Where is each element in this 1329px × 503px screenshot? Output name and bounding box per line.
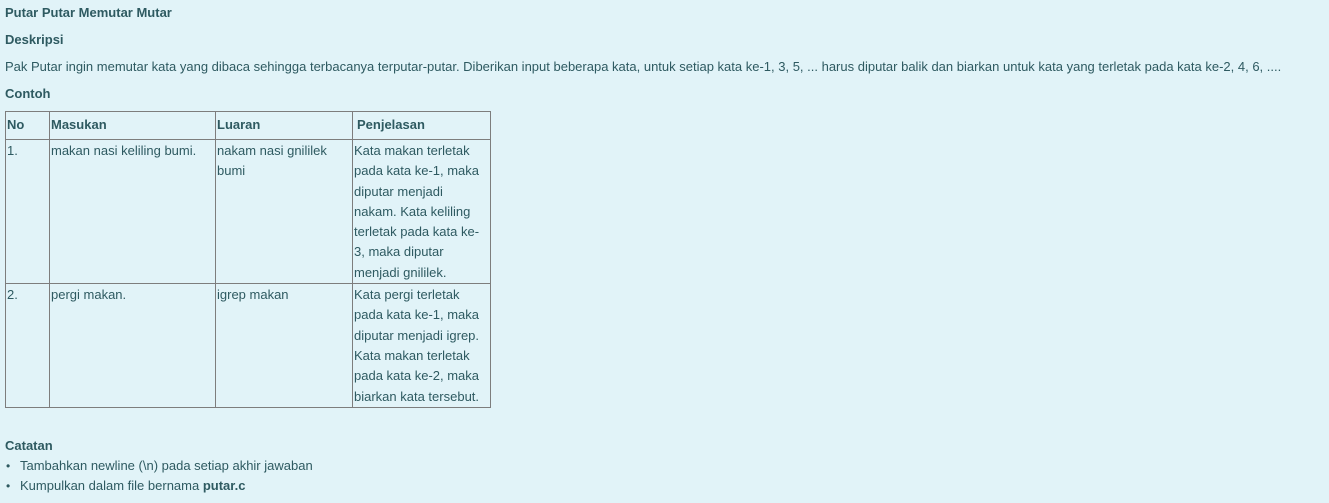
cell-input: makan nasi keliling bumi.: [49, 138, 216, 285]
filename: putar.c: [202, 477, 246, 493]
column-header-penjelasan: Penjelasan: [352, 111, 491, 140]
note-text: Tambahkan newline (\n) pada setiap akhir…: [20, 457, 313, 473]
column-header-masukan: Masukan: [49, 111, 216, 140]
example-table: No Masukan Luaran Penjelasan 1. makan na…: [5, 111, 491, 408]
column-header-luaran: Luaran: [215, 111, 353, 140]
cell-output: nakam nasi gnililek bumi: [215, 138, 353, 285]
page-title: Putar Putar Memutar Mutar: [5, 5, 172, 20]
table-header-row: No Masukan Luaran Penjelasan: [5, 111, 491, 140]
notes-list: • Tambahkan newline (\n) pada setiap akh…: [5, 456, 1324, 496]
problem-statement: Putar Putar Memutar Mutar Deskripsi Pak …: [0, 0, 1329, 496]
cell-no: 2.: [5, 283, 50, 408]
list-item: • Kumpulkan dalam file bernama putar.c: [6, 476, 1324, 496]
cell-no: 1.: [5, 138, 50, 285]
cell-explanation: Kata makan terletak pada kata ke-1, maka…: [352, 138, 491, 285]
description-text: Pak Putar ingin memutar kata yang dibaca…: [5, 59, 1282, 74]
description-heading: Deskripsi: [5, 32, 64, 47]
column-header-no: No: [5, 111, 50, 140]
table-row: 2. pergi makan. igrep makan Kata pergi t…: [5, 283, 491, 408]
notes-heading: Catatan: [5, 437, 53, 453]
cell-input: pergi makan.: [49, 283, 216, 408]
example-heading: Contoh: [5, 86, 51, 101]
cell-output: igrep makan: [215, 283, 353, 408]
cell-explanation: Kata pergi terletak pada kata ke-1, maka…: [352, 283, 491, 408]
table-row: 1. makan nasi keliling bumi. nakam nasi …: [5, 138, 491, 285]
list-item: • Tambahkan newline (\n) pada setiap akh…: [6, 456, 1324, 476]
note-text: Kumpulkan dalam file bernama: [20, 477, 203, 493]
bullet-icon: •: [6, 458, 11, 473]
bullet-icon: •: [6, 478, 11, 493]
